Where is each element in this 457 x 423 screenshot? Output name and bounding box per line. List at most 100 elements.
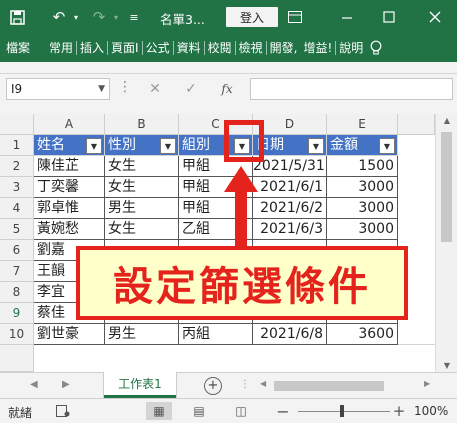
table-cell[interactable]: 女生: [105, 156, 179, 177]
tab-data[interactable]: 資料: [174, 34, 204, 62]
save-icon[interactable]: [6, 6, 28, 28]
horizontal-scrollbar[interactable]: ◀ ▶: [260, 379, 436, 393]
filter-dropdown-icon[interactable]: ▼: [308, 138, 324, 154]
zoom-slider-knob[interactable]: [340, 405, 344, 417]
table-cell[interactable]: 劉世豪: [34, 324, 105, 345]
tab-developer[interactable]: 開發,: [267, 34, 301, 62]
maximize-icon[interactable]: [378, 6, 400, 28]
table-cell[interactable]: 女生: [105, 219, 179, 240]
table-cell[interactable]: 3600: [327, 324, 398, 345]
table-cell[interactable]: 郭卓惟: [34, 198, 105, 219]
tab-help[interactable]: 說明: [336, 34, 366, 62]
scroll-right-icon[interactable]: ▶: [424, 379, 430, 388]
status-ready: 就緒: [8, 406, 33, 420]
undo-dropdown-icon[interactable]: ▾: [70, 6, 82, 28]
table-cell[interactable]: 男生: [105, 198, 179, 219]
tab-insert[interactable]: 插入: [77, 34, 107, 62]
table-cell[interactable]: 2021/6/1: [253, 177, 327, 198]
formula-bar-gap: [0, 104, 457, 114]
close-icon[interactable]: [424, 6, 446, 28]
table-cell[interactable]: 男生: [105, 324, 179, 345]
filter-dropdown-icon[interactable]: ▼: [379, 138, 395, 154]
filter-button-highlight: [224, 120, 264, 162]
tab-formulas[interactable]: 公式: [143, 34, 173, 62]
name-box-dropdown-icon[interactable]: ▼: [98, 79, 105, 99]
row-header-2[interactable]: 2: [0, 156, 34, 177]
undo-icon[interactable]: ↶: [48, 6, 70, 28]
table-cell[interactable]: 丙組: [179, 324, 253, 345]
minimize-icon[interactable]: [336, 6, 358, 28]
sheet-bar-grip-icon[interactable]: ⋮: [240, 379, 250, 390]
filter-dropdown-icon[interactable]: ▼: [86, 138, 102, 154]
table-cell[interactable]: 3000: [327, 198, 398, 219]
scroll-sheets-right-icon[interactable]: ▶: [62, 379, 70, 390]
zoom-out-icon[interactable]: −: [270, 402, 296, 421]
redo-icon[interactable]: ↷: [88, 6, 110, 28]
column-header-b[interactable]: B: [105, 114, 179, 135]
horizontal-scroll-thumb[interactable]: [274, 381, 384, 391]
column-header-f[interactable]: [398, 114, 435, 135]
tab-page-layout[interactable]: 頁面I: [108, 34, 142, 62]
select-all-corner[interactable]: [0, 114, 34, 135]
scroll-left-icon[interactable]: ◀: [260, 379, 266, 388]
table-cell[interactable]: 3000: [327, 177, 398, 198]
cancel-icon[interactable]: ✕: [144, 78, 166, 100]
scroll-sheets-left-icon[interactable]: ◀: [30, 379, 38, 390]
row-header-4[interactable]: 4: [0, 198, 34, 219]
row-header-9[interactable]: 9: [0, 303, 34, 324]
empty-grid-area[interactable]: [34, 345, 435, 372]
table-cell[interactable]: 女生: [105, 177, 179, 198]
column-header-d[interactable]: D: [253, 114, 327, 135]
zoom-level[interactable]: 100%: [414, 404, 448, 418]
table-cell[interactable]: 2021/5/31: [253, 156, 327, 177]
tab-review[interactable]: 校閱: [205, 34, 235, 62]
vertical-scroll-thumb[interactable]: [441, 132, 452, 242]
scroll-up-icon[interactable]: ▲: [436, 116, 457, 125]
name-box[interactable]: I9 ▼: [6, 78, 110, 100]
enter-icon[interactable]: ✓: [180, 78, 202, 100]
tab-home[interactable]: 常用: [46, 34, 76, 62]
tab-file[interactable]: 檔案: [0, 34, 46, 62]
scroll-down-icon[interactable]: ▼: [436, 361, 457, 370]
table-cell[interactable]: 2021/6/2: [253, 198, 327, 219]
sheet-tab-active[interactable]: 工作表1: [104, 372, 176, 398]
add-sheet-icon[interactable]: +: [204, 377, 222, 395]
ribbon-display-options-icon[interactable]: [284, 6, 306, 28]
row-header-8[interactable]: 8: [0, 282, 34, 303]
redo-dropdown-icon[interactable]: ▾: [110, 6, 122, 28]
title-bar: ↶ ▾ ↷ ▾ ≡ 名單3... 登入: [0, 0, 457, 34]
lightbulb-icon[interactable]: [366, 34, 385, 62]
row-header-7[interactable]: 7: [0, 261, 34, 282]
zoom-slider-track[interactable]: [298, 411, 390, 412]
column-header-e[interactable]: E: [327, 114, 398, 135]
filter-dropdown-icon[interactable]: ▼: [160, 138, 176, 154]
page-break-view-icon[interactable]: ◫: [228, 402, 254, 420]
tab-view[interactable]: 檢視: [236, 34, 266, 62]
row-header-11[interactable]: [0, 345, 34, 372]
row-header-1[interactable]: 1: [0, 135, 34, 156]
sign-in-button[interactable]: 登入: [226, 7, 278, 27]
row-header-3[interactable]: 3: [0, 177, 34, 198]
tab-add-ins[interactable]: 增益!: [300, 34, 335, 62]
row-header-6[interactable]: 6: [0, 240, 34, 261]
formula-input[interactable]: [250, 78, 453, 100]
collapsed-ribbon-area: [0, 62, 457, 74]
page-layout-view-icon[interactable]: ▤: [186, 402, 212, 420]
insert-function-icon[interactable]: fx: [216, 78, 238, 100]
row-header-10[interactable]: 10: [0, 324, 34, 345]
table-cell[interactable]: 黃婉愁: [34, 219, 105, 240]
ribbon-tabs: 檔案 常用 插入 頁面I 公式 資料 校閱 檢視 開發, 增益! 說明: [0, 34, 457, 62]
table-cell[interactable]: 3000: [327, 219, 398, 240]
table-cell[interactable]: 丁奕馨: [34, 177, 105, 198]
table-cell[interactable]: 2021/6/8: [253, 324, 327, 345]
vertical-scrollbar[interactable]: ▲ ▼: [435, 114, 457, 372]
macro-record-icon[interactable]: [54, 403, 72, 419]
table-cell[interactable]: 陳佳芷: [34, 156, 105, 177]
normal-view-icon[interactable]: ▦: [146, 402, 172, 420]
customize-toolbar-icon[interactable]: ≡: [126, 6, 142, 28]
column-header-a[interactable]: A: [34, 114, 105, 135]
table-cell[interactable]: 1500: [327, 156, 398, 177]
table-cell[interactable]: 2021/6/3: [253, 219, 327, 240]
row-header-5[interactable]: 5: [0, 219, 34, 240]
zoom-in-icon[interactable]: +: [386, 402, 412, 420]
